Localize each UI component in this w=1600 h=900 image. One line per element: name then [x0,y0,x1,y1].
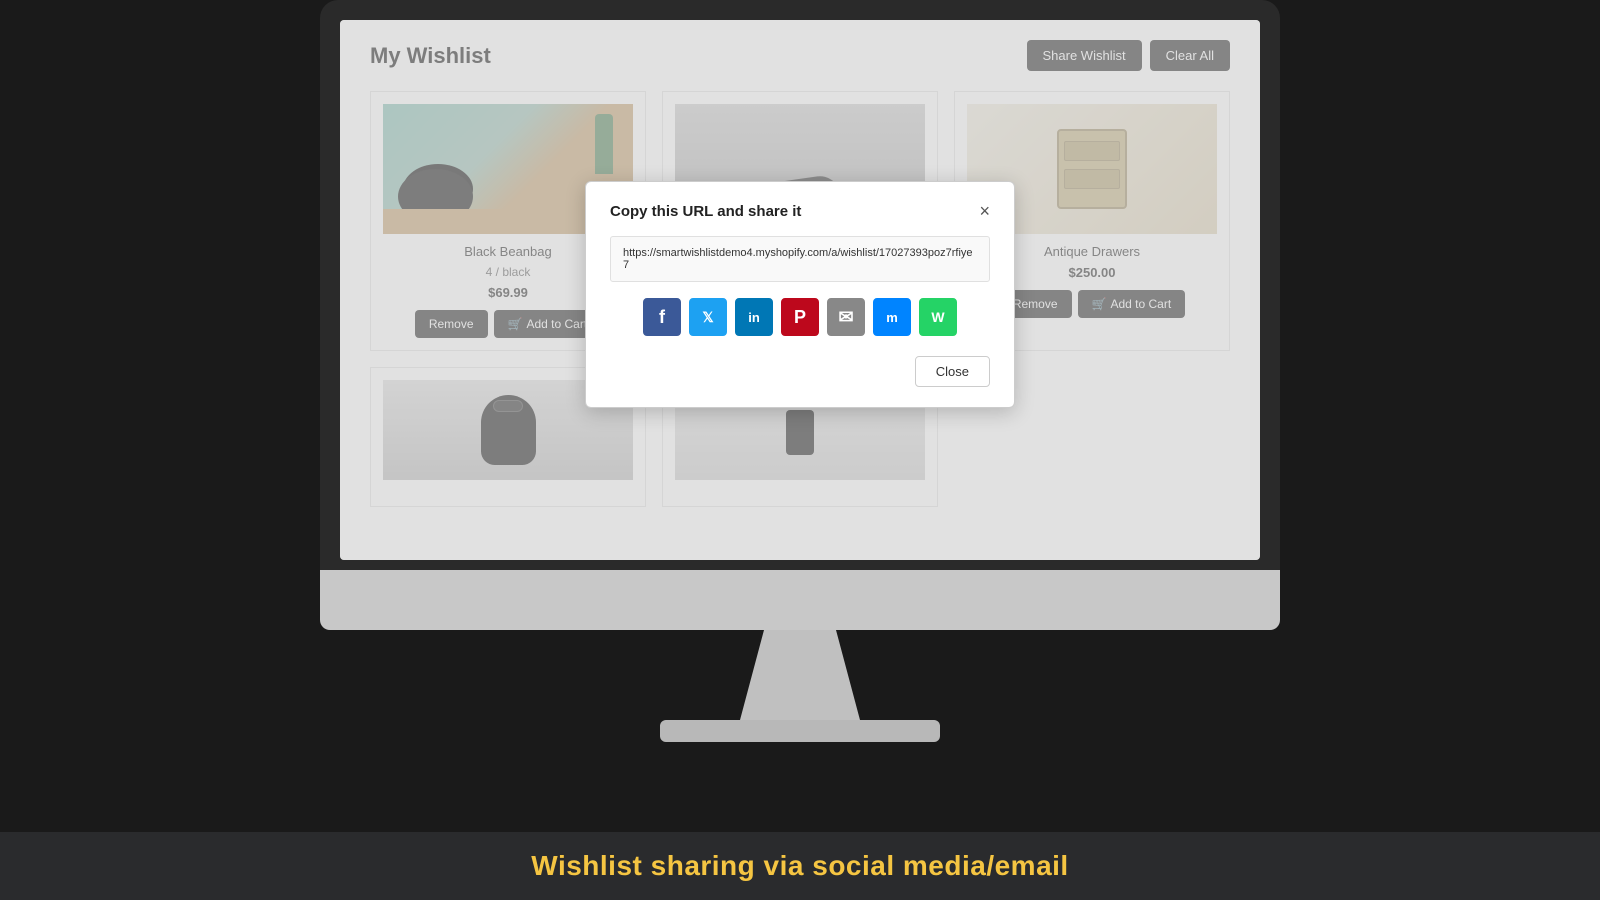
modal-footer: Close [610,356,990,387]
modal-close-button[interactable]: Close [915,356,990,387]
modal-url[interactable]: https://smartwishlistdemo4.myshopify.com… [610,236,990,282]
pinterest-share-button[interactable]: P [781,298,819,336]
screen-bezel: My Wishlist Share Wishlist Clear All [320,0,1280,570]
screen: My Wishlist Share Wishlist Clear All [340,20,1260,560]
monitor-stand-top [320,570,1280,630]
bottom-banner: Wishlist sharing via social media/email [0,832,1600,900]
monitor-neck [740,630,860,720]
bottom-banner-text: Wishlist sharing via social media/email [531,850,1068,881]
whatsapp-share-button[interactable]: W [919,298,957,336]
monitor: My Wishlist Share Wishlist Clear All [320,0,1280,742]
twitter-share-button[interactable]: 𝕏 [689,298,727,336]
modal-header: Copy this URL and share it × [610,202,990,220]
linkedin-share-button[interactable]: in [735,298,773,336]
social-icons-row: f 𝕏 in P ✉ m W [610,298,990,336]
share-modal: Copy this URL and share it × https://sma… [585,181,1015,408]
monitor-base [660,720,940,742]
facebook-share-button[interactable]: f [643,298,681,336]
email-share-button[interactable]: ✉ [827,298,865,336]
messenger-share-button[interactable]: m [873,298,911,336]
modal-title: Copy this URL and share it [610,203,801,220]
modal-close-x-button[interactable]: × [979,202,990,220]
